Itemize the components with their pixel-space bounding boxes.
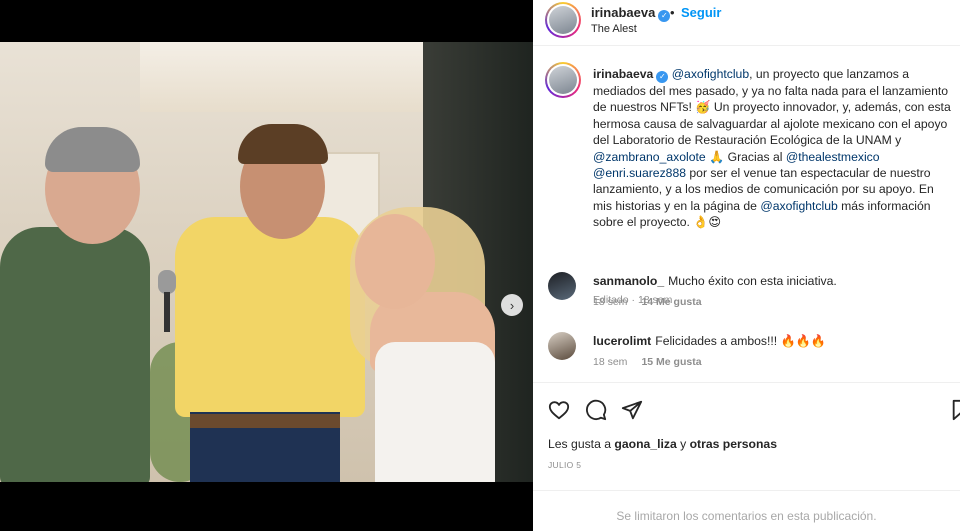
- like-button[interactable]: [548, 399, 572, 423]
- person-left-hair: [45, 127, 140, 172]
- comment-text: sanmanolo_ Mucho éxito con esta iniciativ…: [593, 274, 837, 288]
- carousel-next-button[interactable]: ›: [501, 294, 523, 316]
- microphone-handle: [164, 292, 170, 332]
- comment-body: Mucho éxito con esta iniciativa.: [668, 274, 837, 288]
- author-username-text[interactable]: irinabaeva: [591, 5, 655, 20]
- comments-limited-notice: Se limitaron los comentarios en esta pub…: [616, 509, 877, 523]
- caption-username[interactable]: irinabaeva: [593, 67, 653, 81]
- person-center-torso: [175, 217, 365, 417]
- caption-text-fragment: 🙏 Gracias al: [705, 149, 786, 164]
- person-left-torso: [0, 227, 150, 482]
- caption-mention-link[interactable]: @axofightclub: [760, 199, 837, 213]
- media-area: ›: [0, 0, 533, 531]
- caption-mention-link[interactable]: @zambrano_axolote: [593, 150, 706, 164]
- verified-badge-icon: ✓: [658, 10, 671, 22]
- post-panel: irinabaeva ✓ • Seguir The Alest irinabaev…: [533, 0, 960, 531]
- likes-prefix: Les gusta a: [548, 437, 612, 451]
- follow-button[interactable]: Seguir: [681, 5, 721, 20]
- comment-item: lucerolimt Felicidades a ambos!!! 🔥🔥🔥 18 …: [533, 330, 960, 370]
- caption-text: irinabaeva ✓ @axofightclub, un proyecto q…: [593, 66, 955, 231]
- comment-icon: [586, 399, 607, 421]
- person-right-head: [355, 214, 435, 309]
- caption-mention-link[interactable]: @axofightclub: [672, 67, 749, 81]
- person-center-belt: [190, 414, 340, 428]
- comment-time: 18 sem: [593, 296, 628, 308]
- post-header: irinabaeva ✓ • Seguir The Alest: [533, 0, 960, 46]
- share-button[interactable]: [621, 399, 645, 423]
- comment-likes[interactable]: 14 Me gusta: [641, 296, 701, 308]
- comment-meta: 18 sem 15 Me gusta: [593, 356, 702, 368]
- person-center-hair: [238, 124, 328, 164]
- caption-mention-link[interactable]: @enri.suarez888: [593, 166, 686, 180]
- comments-footer: Se limitaron los comentarios en esta pub…: [533, 490, 960, 531]
- comment-meta: 18 sem 14 Me gusta: [593, 296, 702, 308]
- caption-mention-link[interactable]: @thealestmexico: [786, 150, 880, 164]
- commenter-username[interactable]: lucerolimt: [593, 334, 651, 348]
- comment-item: sanmanolo_ Mucho éxito con esta iniciativ…: [533, 270, 960, 310]
- comment-button[interactable]: [585, 399, 609, 423]
- post-date[interactable]: JULIO 5: [548, 460, 581, 470]
- paper-plane-icon: [621, 400, 643, 420]
- post-photo[interactable]: ›: [0, 42, 533, 482]
- comment-likes[interactable]: 15 Me gusta: [641, 356, 701, 368]
- photo-ceiling: [140, 42, 470, 112]
- heart-icon: [548, 401, 570, 420]
- save-button[interactable]: [950, 399, 960, 423]
- bookmark-icon: [952, 399, 960, 421]
- caption-avatar[interactable]: [545, 62, 581, 98]
- commenter-avatar[interactable]: [548, 272, 576, 300]
- likes-summary[interactable]: Les gusta a gaona_liza y otras personas: [548, 437, 777, 451]
- comment-text: lucerolimt Felicidades a ambos!!! 🔥🔥🔥: [593, 334, 826, 348]
- caption-body: @axofightclub, un proyecto que lanzamos …: [593, 67, 951, 229]
- comment-body: Felicidades a ambos!!! 🔥🔥🔥: [655, 334, 827, 348]
- author-username[interactable]: irinabaeva ✓: [591, 5, 671, 22]
- comment-time: 18 sem: [593, 356, 628, 368]
- post-location[interactable]: The Alest: [591, 23, 637, 35]
- action-bar: Les gusta a gaona_liza y otras personas …: [533, 382, 960, 470]
- person-right-dress: [375, 342, 495, 482]
- likes-and: y: [680, 437, 687, 451]
- likes-others[interactable]: otras personas: [690, 437, 777, 451]
- likes-user[interactable]: gaona_liza: [614, 437, 676, 451]
- verified-badge-icon: ✓: [656, 71, 669, 83]
- author-avatar[interactable]: [545, 2, 581, 38]
- commenter-username[interactable]: sanmanolo_: [593, 274, 664, 288]
- separator-dot: •: [670, 5, 675, 20]
- microphone: [158, 270, 176, 294]
- chevron-right-icon: ›: [509, 297, 515, 313]
- commenter-avatar[interactable]: [548, 332, 576, 360]
